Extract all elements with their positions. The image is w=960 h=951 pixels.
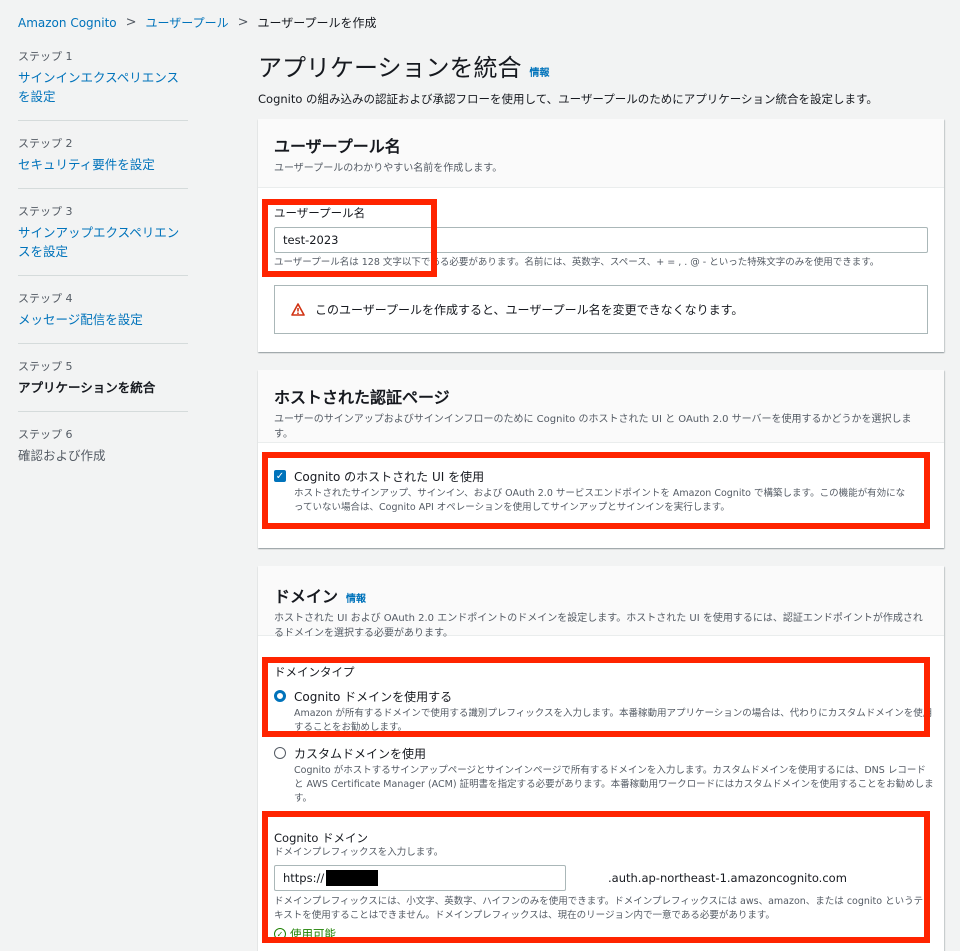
user-pool-name-panel: ユーザープール名 ユーザープールのわかりやすい名前を作成します。 ユーザープール…	[258, 119, 944, 352]
wizard-step-4: ステップ 4 メッセージ配信を設定	[18, 290, 188, 344]
step-link-signin[interactable]: サインインエクスペリエンスを設定	[18, 68, 188, 106]
availability-status: ✓ 使用可能	[274, 926, 928, 942]
wizard-step-6: ステップ 6 確認および作成	[18, 426, 188, 479]
domain-type-label: ドメインタイプ	[274, 665, 355, 679]
pool-name-label: ユーザープール名	[274, 206, 366, 220]
cognito-domain-sublabel: ドメインプレフィックスを入力します。	[274, 847, 444, 858]
pool-name-value: test-2023	[283, 233, 339, 247]
breadcrumb-link-cognito[interactable]: Amazon Cognito	[18, 16, 117, 30]
page-title-row: アプリケーションを統合 情報	[258, 48, 948, 83]
breadcrumb: Amazon Cognito > ユーザープール > ユーザープールを作成	[18, 14, 377, 31]
radio-hint: Cognito がホストするサインアップページとサインインページで所有するドメイ…	[294, 765, 934, 804]
hosted-ui-checkbox-row[interactable]: ✓ Cognito のホストされた UI を使用 ホストされたサインアップ、サイ…	[274, 468, 928, 515]
panel-header: ドメイン 情報 ホストされた UI および OAuth 2.0 エンドポイントの…	[258, 566, 944, 639]
step-link-messaging[interactable]: メッセージ配信を設定	[18, 310, 188, 329]
panel-title-row: ドメイン 情報	[274, 583, 928, 607]
checkbox-checked[interactable]: ✓	[274, 470, 286, 482]
cognito-domain-label: Cognito ドメイン	[274, 831, 369, 845]
wizard-step-1: ステップ 1 サインインエクスペリエンスを設定	[18, 48, 188, 121]
wizard-step-2: ステップ 2 セキュリティ要件を設定	[18, 135, 188, 189]
warning-text: このユーザープールを作成すると、ユーザープール名を変更できなくなります。	[315, 303, 744, 317]
panel-header: ユーザープール名 ユーザープールのわかりやすい名前を作成します。	[258, 119, 944, 188]
info-link[interactable]: 情報	[530, 64, 550, 79]
wizard-step-5: ステップ 5 アプリケーションを統合	[18, 358, 188, 412]
availability-text: 使用可能	[290, 927, 336, 941]
check-circle-icon: ✓	[274, 928, 286, 940]
step-number: ステップ 5	[18, 360, 73, 373]
wizard-step-3: ステップ 3 サインアップエクスペリエンスを設定	[18, 203, 188, 276]
step-current-integrate: アプリケーションを統合	[18, 380, 156, 395]
radio-option-cognito-domain[interactable]: Cognito ドメインを使用する Amazon が所有するドメインで使用する識…	[274, 688, 932, 735]
cognito-domain-field: Cognito ドメイン ドメインプレフィックスを入力します。 https://…	[274, 830, 928, 942]
panel-title: ユーザープール名	[274, 137, 401, 156]
warning-icon	[291, 303, 305, 316]
domain-prefix-hint: ドメインプレフィックスには、小文字、英数字、ハイフンのみを使用できます。ドメイン…	[274, 896, 924, 921]
step-number: ステップ 2	[18, 137, 73, 150]
hosted-ui-checkbox-hint: ホストされたサインアップ、サインイン、および OAuth 2.0 サービスエンド…	[294, 488, 906, 513]
page-header: アプリケーションを統合 情報 Cognito の組み込みの認証および承認フローを…	[258, 48, 948, 107]
domain-prefix-value: https://	[283, 871, 325, 885]
domain-suffix: .auth.ap-northeast-1.amazoncognito.com	[608, 871, 847, 885]
step-review: 確認および作成	[18, 448, 106, 463]
breadcrumb-link-user-pools[interactable]: ユーザープール	[146, 14, 229, 31]
step-link-signup[interactable]: サインアップエクスペリエンスを設定	[18, 223, 188, 261]
panel-description: ユーザープールのわかりやすい名前を作成します。	[274, 163, 503, 174]
step-link-security[interactable]: セキュリティ要件を設定	[18, 155, 188, 174]
step-number: ステップ 6	[18, 428, 73, 441]
chevron-right-icon: >	[125, 15, 137, 30]
redacted-block	[326, 870, 379, 886]
panel-header: ホストされた認証ページ ユーザーのサインアップおよびサインインフローのために C…	[258, 370, 944, 443]
hosted-ui-panel: ホストされた認証ページ ユーザーのサインアップおよびサインインフローのために C…	[258, 370, 944, 548]
radio-label: Cognito ドメインを使用する	[294, 690, 453, 704]
domain-prefix-input[interactable]: https://	[274, 865, 566, 891]
hosted-ui-checkbox-label: Cognito のホストされた UI を使用	[294, 470, 485, 484]
warning-alert: このユーザープールを作成すると、ユーザープール名を変更できなくなります。	[274, 285, 928, 334]
panel-title: ホストされた認証ページ	[274, 388, 450, 407]
step-number: ステップ 1	[18, 50, 73, 63]
pool-name-hint: ユーザープール名は 128 文字以下である必要があります。名前には、英数字、スペ…	[274, 257, 880, 268]
page-title: アプリケーションを統合	[258, 54, 522, 82]
step-number: ステップ 4	[18, 292, 73, 305]
radio-hint: Amazon が所有するドメインで使用する識別プレフィックスを入力します。本番稼…	[294, 708, 933, 733]
domain-panel: ドメイン 情報 ホストされた UI および OAuth 2.0 エンドポイントの…	[258, 566, 944, 951]
panel-title: ドメイン	[274, 587, 339, 606]
radio-option-custom-domain[interactable]: カスタムドメインを使用 Cognito がホストするサインアップページとサインイ…	[274, 745, 934, 806]
pool-name-input[interactable]: test-2023	[274, 227, 928, 253]
panel-description: ユーザーのサインアップおよびサインインフローのために Cognito のホストさ…	[274, 414, 912, 440]
chevron-right-icon: >	[237, 15, 249, 30]
step-number: ステップ 3	[18, 205, 73, 218]
radio-label: カスタムドメインを使用	[294, 747, 427, 761]
info-link[interactable]: 情報	[346, 590, 366, 605]
radio-unselected[interactable]	[274, 747, 286, 759]
wizard-steps-nav: ステップ 1 サインインエクスペリエンスを設定 ステップ 2 セキュリティ要件を…	[18, 48, 188, 493]
page-description: Cognito の組み込みの認証および承認フローを使用して、ユーザープールのため…	[258, 92, 878, 106]
breadcrumb-current: ユーザープールを作成	[257, 16, 377, 30]
radio-selected[interactable]	[274, 690, 286, 702]
